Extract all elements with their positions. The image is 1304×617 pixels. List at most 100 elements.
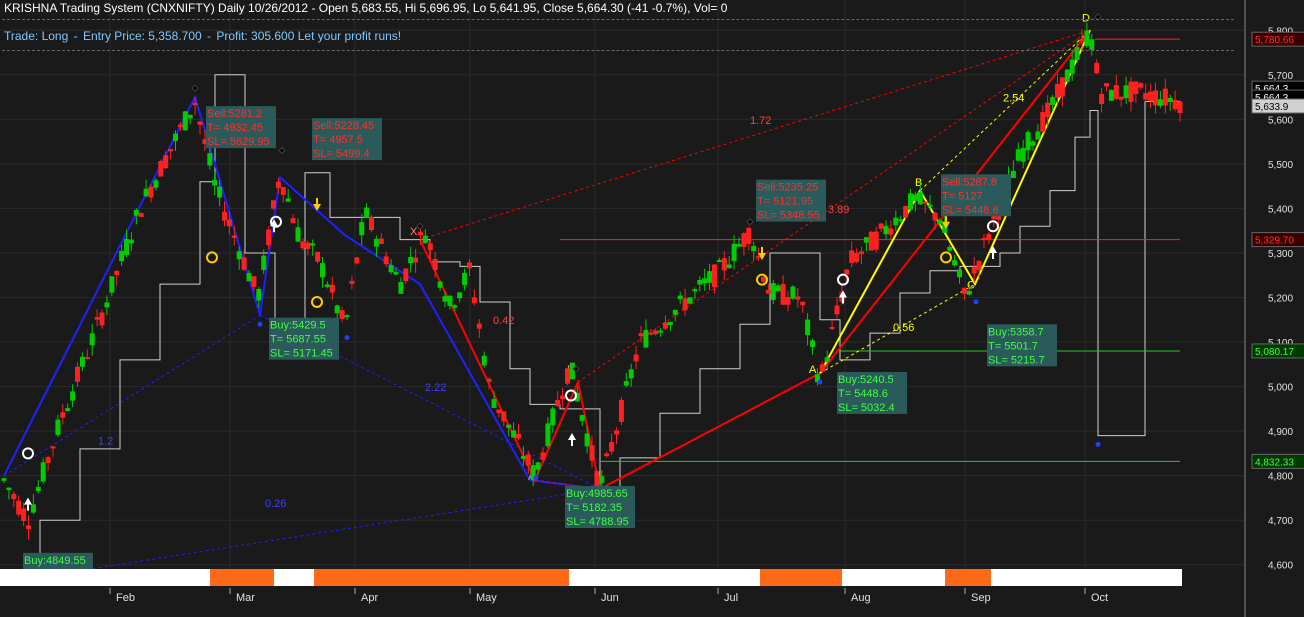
candle-body	[79, 356, 85, 367]
candle-body	[471, 297, 477, 304]
signal-label-line: Sell:5235.25	[757, 182, 818, 194]
candle-body	[702, 278, 708, 284]
x-tick-label: Sep	[971, 592, 991, 604]
candle-body	[565, 368, 570, 384]
candle-body	[780, 283, 786, 305]
candle-body	[868, 231, 874, 251]
candle-body	[859, 251, 864, 255]
candle-body	[653, 330, 659, 335]
candle-body	[84, 357, 90, 360]
signal-label-line: Buy:5240.5	[838, 374, 894, 386]
price-tag: 5,780.66	[1251, 31, 1304, 47]
candle-body	[197, 121, 203, 125]
candle	[903, 205, 909, 220]
candle-body	[11, 493, 17, 499]
candle-body	[971, 267, 977, 274]
candle-body	[873, 231, 879, 250]
candle-body	[545, 423, 551, 447]
candle-body	[359, 222, 365, 236]
candle-body	[609, 442, 615, 452]
candle-body	[427, 243, 433, 251]
candle-body	[643, 329, 649, 348]
candle-body	[344, 315, 350, 318]
candle-body	[893, 217, 899, 226]
candle-body	[1069, 59, 1075, 74]
signal-label-line: T= 5501.7	[988, 340, 1038, 352]
price-tag-text: 5,080.17	[1255, 347, 1294, 358]
price-tag: 5,080.17	[1251, 343, 1304, 359]
header-lo: Lo 5,641.95	[472, 1, 537, 15]
signal-label-line: T= 5687.55	[270, 334, 326, 346]
candle-body	[1079, 38, 1085, 42]
candle-body	[408, 256, 414, 264]
price-chart: XABCDABC1.723.892.540.422.220.560.261.2 …	[0, 0, 1304, 617]
candle-body	[496, 409, 502, 414]
candle-body	[30, 504, 36, 513]
fib-ratio-label: 0.26	[265, 498, 286, 510]
ribbon-segment	[991, 569, 1182, 586]
candle-body	[373, 238, 379, 247]
candle-body	[349, 280, 355, 284]
candle-body	[212, 179, 218, 186]
candle-body	[1108, 89, 1114, 101]
trade-divider	[2, 50, 1234, 51]
candle-body	[932, 212, 938, 221]
price-tag: 4,832.33	[1251, 453, 1304, 469]
candle-body	[138, 212, 144, 217]
candle-body	[50, 446, 56, 449]
candle-body	[667, 321, 673, 326]
candle-body	[834, 305, 840, 315]
pattern-point-label: B	[915, 177, 922, 189]
x-tick-label: Feb	[116, 592, 135, 604]
candle-body	[148, 186, 154, 198]
y-tick-label: 5,000	[1268, 383, 1293, 394]
candle-body	[658, 330, 664, 333]
buy-signal-label: Buy:5240.5 T= 5448.6 SL= 5032.4	[837, 372, 907, 415]
y-tick-label: 5,400	[1268, 204, 1293, 215]
candle	[790, 285, 796, 301]
swing-low-dot	[817, 379, 823, 385]
y-tick-label: 5,300	[1268, 249, 1293, 260]
candle-body	[712, 264, 717, 288]
candle-body	[589, 445, 595, 461]
candle-body	[966, 290, 972, 295]
fib-ratio-label: 3.89	[828, 204, 849, 216]
candle-body	[143, 188, 149, 197]
candle-body	[883, 225, 889, 235]
candle-body	[6, 487, 12, 491]
signal-label-line: SL= 5348.55	[757, 210, 820, 222]
signal-label-line: SL= 4788.95	[566, 516, 629, 528]
candle-body	[418, 232, 423, 236]
signal-label-line: Sell:5287.8	[942, 176, 997, 188]
candle-body	[452, 305, 458, 308]
candle-body	[364, 207, 370, 218]
candle-body	[1148, 91, 1154, 102]
signal-label-line: Buy:5429.5	[270, 320, 326, 332]
candle-body	[398, 281, 404, 294]
candle-body	[927, 204, 933, 207]
candle-body	[280, 187, 286, 195]
candle-body	[849, 250, 855, 264]
candle-body	[535, 462, 541, 470]
candle-body	[320, 263, 325, 278]
candle-body	[692, 289, 698, 292]
ribbon-segment	[0, 569, 210, 586]
candle-body	[187, 114, 193, 119]
candle-body	[790, 286, 796, 299]
chart-background	[0, 0, 1304, 617]
signal-label-line: SL= 5032.4	[838, 402, 895, 414]
ribbon-segment	[314, 569, 569, 586]
candle-body	[334, 305, 340, 314]
signal-label-line: T= 5448.6	[838, 388, 888, 400]
candle-body	[1133, 81, 1139, 94]
candle-body	[805, 319, 811, 336]
fib-ratio-label: 1.2	[98, 435, 113, 447]
candle-body	[119, 250, 125, 262]
candle-body	[721, 258, 727, 271]
candle-body	[863, 237, 869, 243]
candle-body	[65, 408, 71, 412]
chart-window: { "header": { "system": "KRISHNA Trading…	[0, 0, 1304, 617]
candle-body	[305, 242, 311, 249]
swing-low-dot	[533, 475, 539, 481]
header-hi: Hi 5,696.95	[404, 1, 467, 15]
